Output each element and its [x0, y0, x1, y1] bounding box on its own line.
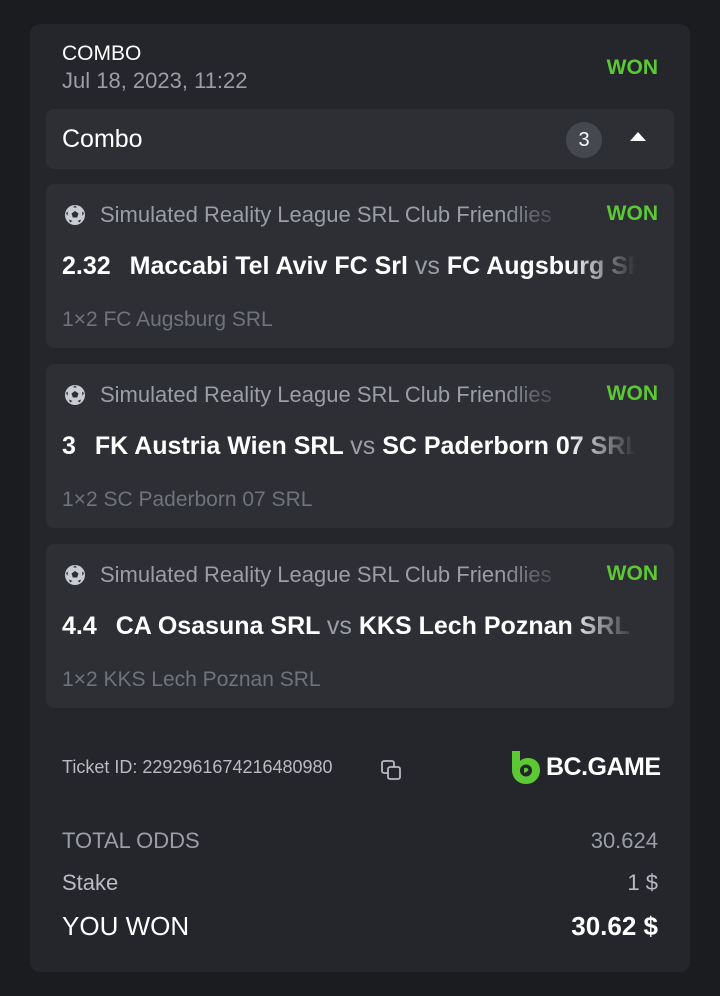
- won-value: 30.62 $: [571, 911, 658, 941]
- league-name: Simulated Reality League SRL Club Friend…: [100, 202, 552, 227]
- bet-market: 1×2 FC Augsburg SRL: [62, 308, 273, 331]
- vs-label: vs: [414, 252, 440, 280]
- bet-item-status: WON: [606, 202, 658, 225]
- bet-odds: 3: [62, 432, 76, 460]
- bc-game-logo: BC.GAME: [506, 747, 666, 787]
- won-label: YOU WON: [62, 911, 190, 941]
- combo-toggle[interactable]: Combo 3: [46, 109, 674, 169]
- bet-market: 1×2 KKS Lech Poznan SRL: [62, 668, 321, 691]
- bc-game-logo-mark: [512, 751, 540, 784]
- bet-date: Jul 18, 2023, 11:22: [62, 68, 248, 93]
- home-team: FK Austria Wien SRL: [94, 432, 344, 460]
- stake-value: 1 $: [627, 870, 658, 895]
- soccer-ball-icon: [65, 565, 85, 585]
- league-name: Simulated Reality League SRL Club Friend…: [100, 562, 552, 587]
- league-name: Simulated Reality League SRL Club Friend…: [100, 382, 552, 407]
- bet-type: COMBO: [62, 42, 142, 65]
- bet-item: Simulated Reality League SRL Club Friend…: [46, 544, 674, 708]
- copy-icon[interactable]: [380, 759, 402, 781]
- bet-match: 4.4 CA Osasuna SRL vs KKS Lech Poznan SR…: [62, 612, 636, 641]
- bet-item-status: WON: [606, 562, 658, 585]
- bet-item: Simulated Reality League SRL Club Friend…: [46, 364, 674, 528]
- caret-up-icon[interactable]: [630, 132, 646, 141]
- bet-slip-card: COMBO Jul 18, 2023, 11:22 WON Combo 3 Si…: [30, 24, 690, 972]
- total-odds-label: TOTAL ODDS: [62, 828, 200, 853]
- vs-label: vs: [326, 612, 352, 640]
- ticket-id: Ticket ID: 2292961674216480980: [62, 757, 333, 777]
- away-team: KKS Lech Poznan SRL: [358, 612, 630, 640]
- soccer-ball-icon: [65, 385, 85, 405]
- bet-odds: 4.4: [62, 612, 97, 640]
- bet-status-badge: WON: [606, 56, 658, 79]
- soccer-ball-icon: [65, 205, 85, 225]
- bet-match: 3 FK Austria Wien SRL vs SC Paderborn 07…: [62, 432, 636, 461]
- home-team: CA Osasuna SRL: [115, 612, 320, 640]
- bet-item-status: WON: [606, 382, 658, 405]
- bet-league-row: Simulated Reality League SRL Club Friend…: [62, 562, 642, 590]
- away-team: SC Paderborn 07 SRL: [382, 432, 636, 460]
- combo-count-badge: 3: [566, 122, 602, 158]
- bet-item: Simulated Reality League SRL Club Friend…: [46, 184, 674, 348]
- bet-match: 2.32 Maccabi Tel Aviv FC Srl vs FC Augsb…: [62, 252, 636, 281]
- stake-label: Stake: [62, 870, 119, 895]
- total-odds-value: 30.624: [590, 828, 658, 853]
- bet-market: 1×2 SC Paderborn 07 SRL: [62, 488, 313, 511]
- bet-odds: 2.32: [62, 252, 111, 280]
- bet-league-row: Simulated Reality League SRL Club Friend…: [62, 202, 642, 230]
- away-team: FC Augsburg SRL: [446, 252, 636, 280]
- home-team: Maccabi Tel Aviv FC Srl: [129, 252, 408, 280]
- bet-league-row: Simulated Reality League SRL Club Friend…: [62, 382, 642, 410]
- combo-title: Combo: [62, 125, 143, 153]
- brand-name: BC.GAME: [546, 753, 661, 781]
- vs-label: vs: [350, 432, 376, 460]
